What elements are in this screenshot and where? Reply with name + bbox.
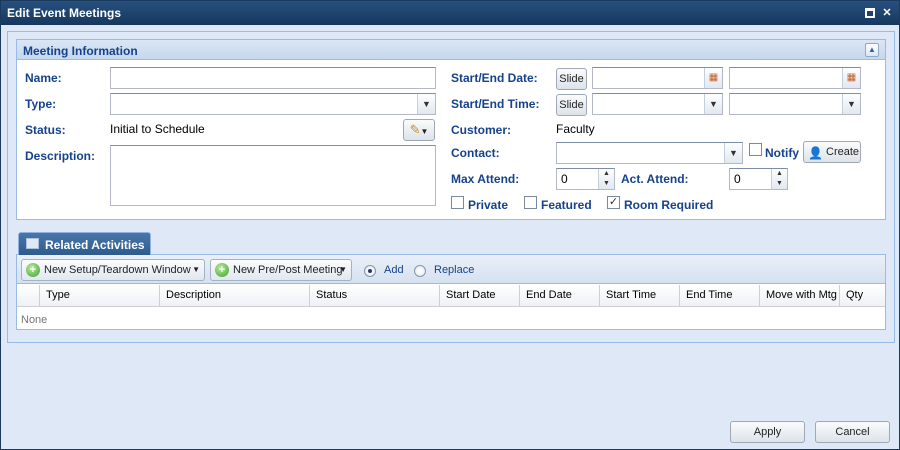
window-title: Edit Event Meetings [7, 6, 122, 20]
collapse-up-icon[interactable]: ▲ [865, 43, 879, 57]
max-attend-label: Max Attend: [451, 172, 520, 186]
chevron-down-icon[interactable]: ▼ [417, 94, 435, 114]
grid-column-qty[interactable]: Qty [839, 285, 885, 307]
calendar-icon[interactable]: ▦ [704, 68, 722, 88]
notify-checkbox[interactable] [749, 143, 762, 156]
add-label: Add [384, 264, 404, 276]
grid-column-type[interactable]: Type [39, 285, 159, 307]
date-slide-button[interactable]: Slide [556, 68, 587, 90]
max-attend-field[interactable]: 0 ▲ ▼ [556, 168, 615, 190]
chevron-down-icon[interactable]: ▼ [704, 94, 722, 114]
activities-toolbar: + New Setup/Teardown Window ▼ + New Pre/… [17, 255, 885, 284]
calendar-icon[interactable]: ▦ [842, 68, 860, 88]
act-attend-label: Act. Attend: [621, 172, 689, 186]
plus-circle-icon: + [215, 263, 229, 277]
chevron-down-icon[interactable]: ▼ [842, 94, 860, 114]
chevron-down-icon: ▼ [339, 265, 347, 274]
chevron-down-icon: ▼ [192, 265, 200, 274]
grid-column-start-date[interactable]: Start Date [439, 285, 519, 307]
create-contact-button[interactable]: 👤 Create [803, 141, 861, 163]
status-value: Initial to Schedule [110, 122, 205, 136]
panel-title: Meeting Information [23, 44, 138, 58]
room-required-checkbox[interactable]: ✓ [607, 196, 620, 209]
description-field[interactable] [110, 145, 436, 206]
grid-empty-text: None [21, 314, 48, 326]
maximize-icon[interactable] [865, 8, 875, 18]
new-pre-post-meeting-button[interactable]: + New Pre/Post Meeting ▼ [210, 259, 352, 281]
start-end-date-label: Start/End Date: [451, 71, 538, 85]
grid-column-move-with-mtg[interactable]: Move with Mtg [759, 285, 839, 307]
name-label: Name: [25, 71, 62, 85]
private-label: Private [468, 198, 509, 212]
start-date-field[interactable]: ▦ [592, 67, 723, 89]
customer-label: Customer: [451, 123, 512, 137]
description-label: Description: [25, 149, 96, 163]
pencil-icon: ✎ [409, 122, 421, 137]
related-activities-tabstrip: Related Activities [16, 230, 886, 256]
name-field[interactable] [110, 67, 436, 89]
activities-icon [26, 238, 39, 249]
notify-label: Notify [765, 146, 799, 160]
window-titlebar: Edit Event Meetings ✕ [1, 1, 899, 25]
tab-label: Related Activities [45, 238, 145, 252]
add-user-icon: 👤 [808, 146, 823, 160]
type-select[interactable]: ▼ [110, 93, 436, 115]
spinner-icon[interactable]: ▲ ▼ [771, 169, 787, 189]
create-label: Create [826, 146, 860, 158]
status-edit-button[interactable]: ✎▼ [403, 119, 435, 141]
featured-label: Featured [541, 198, 592, 212]
grid-column-end-time[interactable]: End Time [679, 285, 759, 307]
time-slide-button[interactable]: Slide [556, 94, 587, 116]
spinner-icon[interactable]: ▲ ▼ [598, 169, 614, 189]
add-radio[interactable] [364, 265, 376, 277]
tab-related-activities[interactable]: Related Activities [18, 232, 151, 256]
grid-column-status[interactable]: Status [309, 285, 439, 307]
meeting-information-panel: Meeting Information ▲ Name: Type: ▼ Stat… [16, 39, 886, 220]
grid-column-start-time[interactable]: Start Time [599, 285, 679, 307]
related-activities-panel: + New Setup/Teardown Window ▼ + New Pre/… [16, 255, 886, 330]
end-time-select[interactable]: ▼ [729, 93, 861, 115]
plus-circle-icon: + [26, 263, 40, 277]
edit-event-meetings-window: Edit Event Meetings ✕ Meeting Informatio… [0, 0, 900, 450]
meeting-information-header: Meeting Information ▲ [17, 40, 885, 60]
act-attend-field[interactable]: 0 ▲ ▼ [729, 168, 788, 190]
close-icon[interactable]: ✕ [881, 7, 893, 19]
replace-label: Replace [434, 264, 475, 276]
featured-checkbox[interactable] [524, 196, 537, 209]
private-checkbox[interactable] [451, 196, 464, 209]
contact-label: Contact: [451, 146, 500, 160]
grid-column-select[interactable] [17, 285, 39, 307]
grid-column-end-date[interactable]: End Date [519, 285, 599, 307]
grid-column-description[interactable]: Description [159, 285, 309, 307]
start-end-time-label: Start/End Time: [451, 97, 540, 111]
start-time-select[interactable]: ▼ [592, 93, 723, 115]
contact-select[interactable]: ▼ [556, 142, 743, 164]
status-label: Status: [25, 123, 66, 137]
replace-radio[interactable] [414, 265, 426, 277]
apply-button[interactable]: Apply [730, 421, 805, 443]
end-date-field[interactable]: ▦ [729, 67, 861, 89]
cancel-button[interactable]: Cancel [815, 421, 890, 443]
new-setup-teardown-button[interactable]: + New Setup/Teardown Window ▼ [21, 259, 205, 281]
room-required-label: Room Required [624, 198, 714, 212]
customer-value: Faculty [556, 122, 595, 136]
chevron-down-icon[interactable]: ▼ [724, 143, 742, 163]
activities-grid-header: Type Description Status Start Date End D… [17, 285, 885, 307]
type-label: Type: [25, 97, 57, 111]
